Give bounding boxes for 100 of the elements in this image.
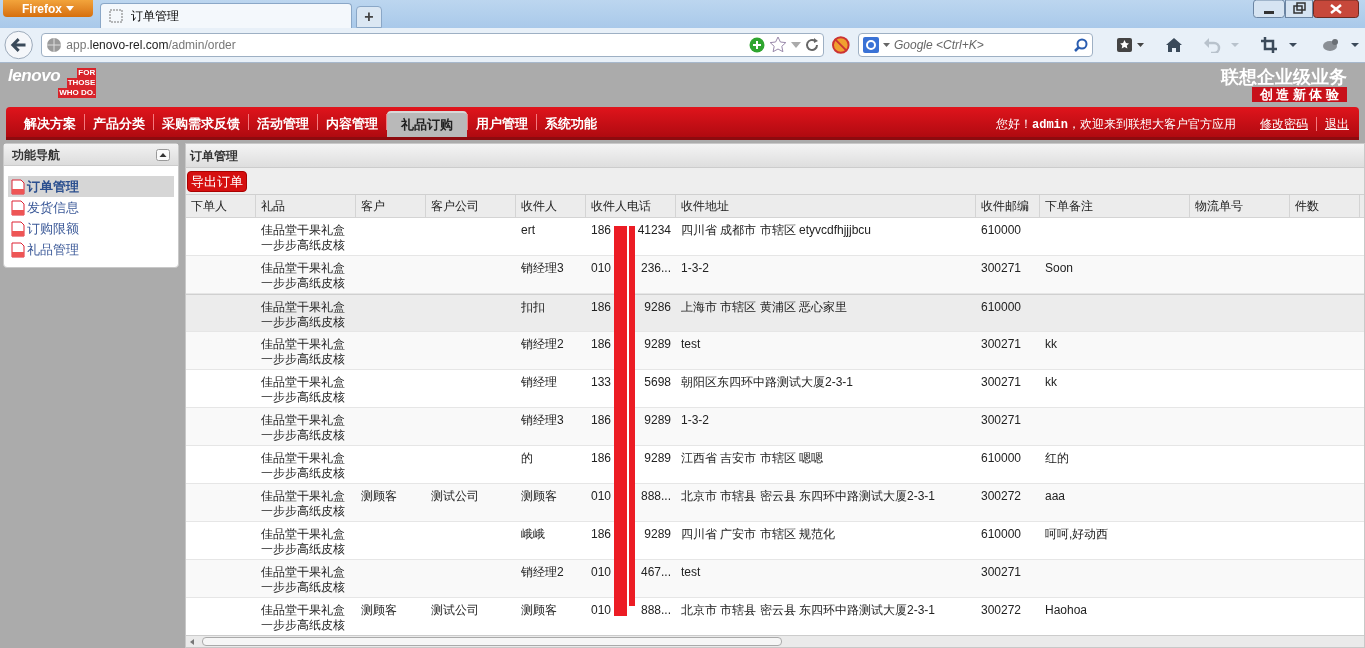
nav-tab[interactable]: 产品分类 bbox=[85, 111, 153, 137]
column-header[interactable]: 礼品 bbox=[256, 195, 356, 217]
table-row[interactable]: 佳品堂干果礼盒 一步步高纸皮核 销经理2 010 467... test 300271 bbox=[186, 560, 1364, 598]
phone-fragment: 186 bbox=[591, 451, 612, 467]
table-cell: 300271 bbox=[981, 413, 1022, 427]
phone-fragment: 41234 bbox=[637, 223, 671, 239]
table-cell: ert bbox=[521, 223, 535, 237]
column-header[interactable]: 收件地址 bbox=[676, 195, 976, 217]
table-row[interactable]: 佳品堂干果礼盒 一步步高纸皮核 扣扣 186 9286 上海市 市辖区 黄浦区 恶心家里 610000 bbox=[186, 294, 1364, 332]
bookmark-star-icon[interactable] bbox=[769, 36, 788, 54]
search-box[interactable]: Google <Ctrl+K> bbox=[857, 33, 1093, 57]
table-cell: 300271 bbox=[981, 565, 1022, 579]
phone-fragment: 9289 bbox=[644, 451, 671, 467]
table-cell: 测顾客 bbox=[361, 603, 397, 617]
nav-tab[interactable]: 解决方案 bbox=[16, 111, 84, 137]
logout-link[interactable]: 退出 bbox=[1325, 115, 1349, 133]
column-header[interactable]: 收件人电话 bbox=[586, 195, 676, 217]
nav-tab[interactable]: 内容管理 bbox=[318, 111, 386, 137]
table-cell: 四川省 广安市 市辖区 规范化 bbox=[681, 527, 835, 541]
table-row[interactable]: 佳品堂干果礼盒 一步步高纸皮核 销经理3 010 236... 1-3-2 300271 Soon bbox=[186, 256, 1364, 294]
table-cell: 扣扣 bbox=[521, 300, 545, 314]
table-cell: 销经理2 bbox=[521, 565, 564, 579]
new-tab-button[interactable]: + bbox=[356, 6, 382, 28]
sidebar-item[interactable]: 发货信息 bbox=[8, 197, 174, 218]
sidebar-item[interactable]: 订单管理 bbox=[8, 176, 174, 197]
scrollbar-thumb[interactable] bbox=[202, 637, 782, 646]
horizontal-scrollbar[interactable] bbox=[186, 635, 1364, 647]
panel-title: 订单管理 bbox=[190, 147, 238, 165]
globe-icon bbox=[46, 37, 63, 53]
table-cell: 销经理3 bbox=[521, 413, 564, 427]
gift-name: 佳品堂干果礼盒 一步步高纸皮核 bbox=[261, 489, 346, 519]
table-row[interactable]: 佳品堂干果礼盒 一步步高纸皮核 销经理2 186 9289 test 300271 kk bbox=[186, 332, 1364, 370]
table-cell: 610000 bbox=[981, 300, 1022, 314]
sidebar-item[interactable]: 订购限额 bbox=[8, 218, 174, 239]
brand-title: 联想企业级业务 bbox=[1221, 67, 1347, 87]
column-header[interactable]: 件数 bbox=[1290, 195, 1360, 217]
column-header[interactable]: 客户公司 bbox=[426, 195, 516, 217]
column-header[interactable]: 收件邮编 bbox=[976, 195, 1040, 217]
gift-name: 佳品堂干果礼盒 一步步高纸皮核 bbox=[261, 603, 346, 633]
blocked-plugin-icon[interactable] bbox=[832, 36, 850, 54]
caret-icon[interactable] bbox=[791, 42, 802, 48]
column-header[interactable]: 下单备注 bbox=[1040, 195, 1190, 217]
back-icon[interactable] bbox=[4, 30, 34, 60]
search-field[interactable]: Google <Ctrl+K> bbox=[893, 36, 1070, 54]
go-icon[interactable] bbox=[749, 37, 766, 53]
search-icon bbox=[1074, 38, 1088, 52]
table-row[interactable]: 佳品堂干果礼盒 一步步高纸皮核 销经理3 186 9289 1-3-2 300271 bbox=[186, 408, 1364, 446]
table-cell: 销经理 bbox=[521, 375, 557, 389]
minimize-icon bbox=[1253, 0, 1285, 18]
table-cell: 红的 bbox=[1045, 451, 1069, 465]
table-cell: 呵呵,好动西 bbox=[1045, 527, 1109, 541]
gift-name: 佳品堂干果礼盒 一步步高纸皮核 bbox=[261, 527, 346, 557]
table-cell: 测试公司 bbox=[431, 489, 479, 503]
table-cell: 300271 bbox=[981, 337, 1022, 351]
column-header[interactable]: 客户 bbox=[356, 195, 426, 217]
table-cell: aaa bbox=[1045, 489, 1066, 503]
table-cell: kk bbox=[1045, 375, 1057, 389]
table-cell: 四川省 成都市 市辖区 etyvcdfhjjjbcu bbox=[681, 223, 872, 237]
nav-tab[interactable]: 活动管理 bbox=[249, 111, 317, 137]
document-icon bbox=[11, 199, 25, 216]
gift-name: 佳品堂干果礼盒 一步步高纸皮核 bbox=[261, 451, 346, 481]
sidebar-title: 功能导航 bbox=[12, 146, 60, 164]
home-icon[interactable] bbox=[1165, 37, 1183, 53]
gift-name: 佳品堂干果礼盒 一步步高纸皮核 bbox=[261, 261, 346, 291]
document-icon bbox=[11, 241, 25, 258]
brand-slogan: 创 造 新 体 验 bbox=[1251, 87, 1347, 102]
nav-tab[interactable]: 采购需求反馈 bbox=[154, 111, 248, 137]
export-orders-button[interactable]: 导出订单 bbox=[187, 170, 247, 192]
table-cell: 1-3-2 bbox=[681, 413, 709, 427]
nav-tab[interactable]: 用户管理 bbox=[468, 111, 536, 137]
table-cell: 的 bbox=[521, 451, 533, 465]
phone-fragment: 186 bbox=[591, 413, 612, 429]
table-cell: 测试公司 bbox=[431, 603, 479, 617]
phone-fragment: 888... bbox=[640, 603, 671, 619]
reload-icon[interactable] bbox=[805, 38, 820, 52]
gift-name: 佳品堂干果礼盒 一步步高纸皮核 bbox=[261, 337, 346, 367]
nav-tab[interactable]: 系统功能 bbox=[537, 111, 605, 137]
collapse-icon[interactable] bbox=[156, 148, 170, 161]
phone-fragment: 010 bbox=[591, 603, 612, 619]
sidebar-item[interactable]: 礼品管理 bbox=[8, 239, 174, 260]
phone-fragment: 9286 bbox=[644, 300, 671, 316]
table-cell: 300271 bbox=[981, 375, 1022, 389]
column-header[interactable]: 物流单号 bbox=[1190, 195, 1290, 217]
table-row[interactable]: 佳品堂干果礼盒 一步步高纸皮核 测顾客 测试公司 测顾客 010 888... 北京市 市辖县 密云县 东四环中路测试大厦2-3-1 300272 aaa bbox=[186, 484, 1364, 522]
table-cell: 300271 bbox=[981, 261, 1022, 275]
restore-icon bbox=[1285, 0, 1313, 18]
close-icon bbox=[1313, 0, 1359, 18]
column-header[interactable]: 下单人 bbox=[186, 195, 256, 217]
table-cell: 610000 bbox=[981, 223, 1022, 237]
welcome-text: 您好！admin，欢迎来到联想大客户官方应用 bbox=[996, 115, 1236, 134]
document-icon bbox=[11, 220, 25, 237]
browser-tab[interactable]: 订单管理 bbox=[100, 3, 352, 28]
change-password-link[interactable]: 修改密码 bbox=[1260, 115, 1308, 133]
table-cell: 上海市 市辖区 黄浦区 恶心家里 bbox=[681, 300, 847, 314]
nav-tab[interactable]: 礼品订购 bbox=[387, 111, 467, 137]
column-header[interactable]: 收件人 bbox=[516, 195, 586, 217]
caret-icon bbox=[882, 43, 890, 47]
bookmarks-icon[interactable] bbox=[1117, 37, 1145, 53]
table-cell: test bbox=[681, 565, 701, 579]
phone-fragment: 186 bbox=[591, 527, 612, 543]
